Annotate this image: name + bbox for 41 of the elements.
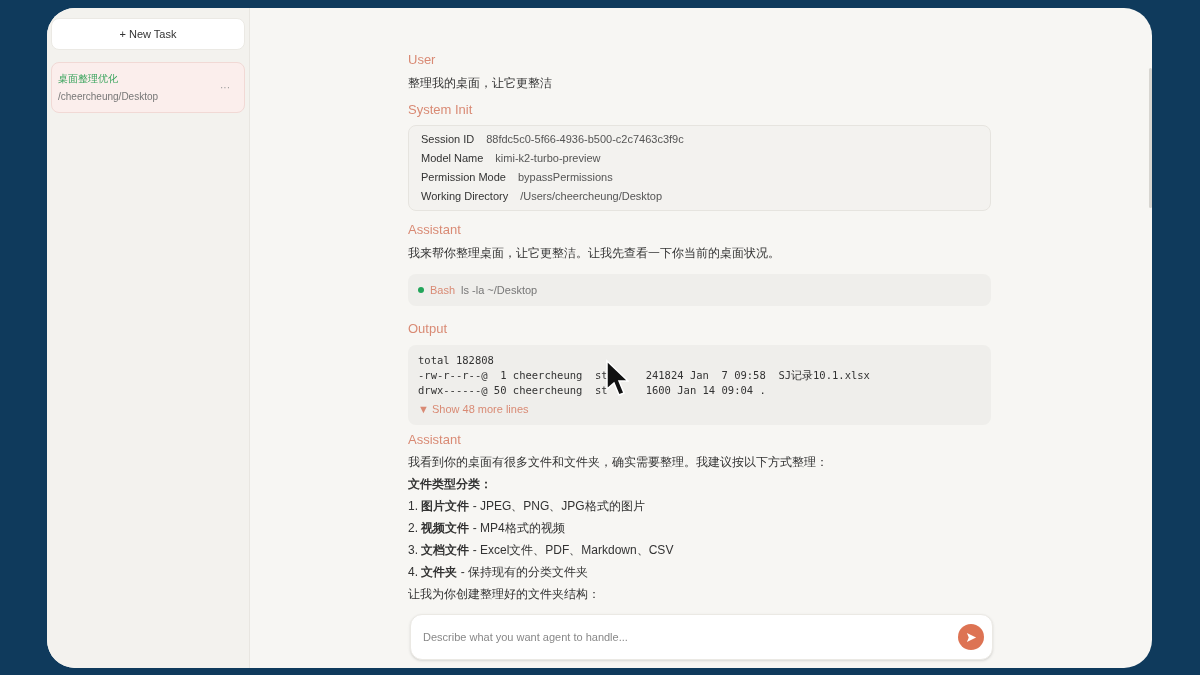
task-item[interactable]: 桌面整理优化 /cheercheung/Desktop ···	[51, 62, 245, 113]
message-role-label: System Init	[408, 100, 474, 119]
message-role-label: Assistant	[408, 430, 462, 449]
send-button[interactable]	[958, 624, 984, 650]
message-paragraph: 整理我的桌面，让它更整洁	[408, 75, 553, 91]
message-role-label: User	[408, 51, 437, 69]
tool-call-card[interactable]: Bash ls -la ~/Desktop	[408, 273, 991, 306]
message-paragraph: 文件类型分类：	[408, 477, 493, 492]
output-line: 241824 Jan 7 09:58 SJ记录10.1.xlsx	[645, 367, 870, 383]
info-label: Session ID	[421, 132, 475, 147]
message-paragraph: 我看到你的桌面有很多文件和文件夹，确实需要整理。我建议按以下方式整理：	[408, 455, 829, 470]
output-line: drwx------@ 50 cheercheung st	[418, 382, 608, 398]
output-line: -rw-r--r--@ 1 cheercheung st	[418, 367, 608, 383]
message-paragraph: 3. 文档文件 - Excel文件、PDF、Markdown、CSV	[408, 543, 675, 558]
more-menu-button[interactable]: ···	[220, 80, 230, 95]
task-title: 桌面整理优化	[58, 72, 119, 86]
send-icon	[965, 631, 977, 643]
message-paragraph: 2. 视频文件 - MP4格式的视频	[408, 521, 566, 536]
output-line: 1600 Jan 14 09:04 .	[645, 382, 766, 398]
message-input[interactable]: Describe what you want agent to handle...	[410, 614, 993, 660]
show-more-link[interactable]: ▼ Show 48 more lines	[418, 401, 529, 417]
output-line: total 182808	[418, 352, 494, 368]
message-paragraph: 1. 图片文件 - JPEG、PNG、JPG格式的图片	[408, 499, 646, 514]
info-value: kimi-k2-turbo-preview	[495, 151, 601, 166]
info-label: Model Name	[421, 151, 484, 166]
tool-name: Bash	[430, 282, 456, 298]
task-path: /cheercheung/Desktop	[58, 90, 160, 104]
input-text[interactable]: Describe what you want agent to handle...	[423, 628, 958, 646]
message-role-label: Output	[408, 320, 449, 338]
info-label: Permission Mode	[421, 170, 506, 185]
info-label: Working Directory	[421, 189, 509, 204]
message-paragraph: 让我为你创建整理好的文件夹结构：	[408, 587, 601, 602]
info-value: /Users/cheercheung/Desktop	[520, 189, 663, 204]
message-paragraph: 4. 文件夹 - 保持现有的分类文件夹	[408, 565, 589, 580]
info-value: bypassPermissions	[518, 170, 613, 185]
message-paragraph: 我来帮你整理桌面，让它更整洁。让我先查看一下你当前的桌面状况。	[408, 245, 781, 261]
new-task-button[interactable]: + New Task	[51, 18, 245, 50]
info-value: 88fdc5c0-5f66-4936-b500-c2c7463c3f9c	[486, 132, 684, 147]
tool-command: ls -la ~/Desktop	[461, 282, 538, 298]
mouse-pointer-icon	[605, 358, 629, 399]
message-role-label: Assistant	[408, 221, 462, 239]
